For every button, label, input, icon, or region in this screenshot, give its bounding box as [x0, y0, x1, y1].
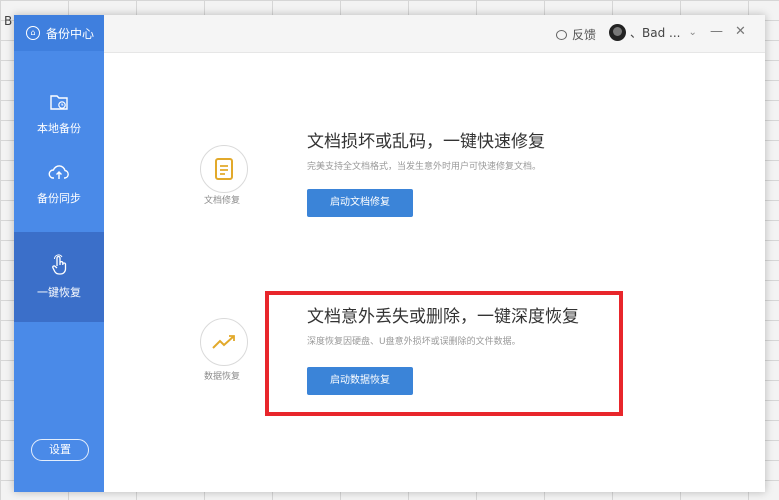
data-recovery-icon-label: 数据恢复	[203, 372, 240, 382]
background-column-label: B	[4, 14, 13, 28]
feedback-label: 反馈	[572, 28, 597, 42]
document-repair-title: 文档损坏或乱码，一键快速修复	[307, 132, 545, 152]
backup-center-window: ⌂ 备份中心 本地备份 备份同步 一键恢复 设置 反馈 、Bad ... ⌄ —…	[14, 15, 765, 492]
document-repair-icon-circle	[200, 145, 248, 193]
close-icon[interactable]: ✕	[735, 24, 746, 39]
avatar	[609, 24, 626, 41]
settings-button[interactable]: 设置	[31, 439, 89, 461]
user-account-menu[interactable]: 、Bad ... ⌄	[609, 24, 697, 41]
minimize-button[interactable]: —	[710, 24, 723, 39]
app-title: 备份中心	[46, 26, 95, 41]
data-recovery-icon-circle	[200, 318, 248, 366]
sidebar-item-label: 一键恢复	[37, 286, 81, 299]
backup-center-icon: ⌂	[26, 26, 40, 40]
trend-line-icon	[212, 335, 235, 349]
red-highlight-box	[265, 291, 623, 416]
cloud-upload-icon	[48, 165, 69, 179]
folder-clock-icon	[50, 95, 68, 110]
document-repair-description: 完美支持全文档格式，当发生意外时用户可快速修复文档。	[307, 162, 542, 172]
user-name: 、Bad ...	[630, 26, 681, 40]
document-repair-icon-label: 文档修复	[203, 196, 240, 206]
chevron-down-icon: ⌄	[688, 27, 697, 38]
hand-pointer-icon	[52, 254, 67, 275]
sidebar-item-one-click-restore[interactable]: 一键恢复	[14, 232, 104, 322]
feedback-link[interactable]: 反馈	[556, 26, 596, 43]
sidebar-item-backup-sync[interactable]: 备份同步	[14, 139, 104, 229]
sidebar-item-label: 本地备份	[37, 122, 81, 135]
sidebar: ⌂ 备份中心 本地备份 备份同步 一键恢复 设置	[14, 15, 104, 492]
sidebar-header: ⌂ 备份中心	[14, 15, 104, 51]
document-icon	[215, 158, 233, 180]
sidebar-item-label: 备份同步	[37, 192, 81, 205]
chat-bubble-icon	[556, 29, 567, 40]
window-titlebar: 反馈 、Bad ... ⌄ — ✕	[104, 15, 765, 53]
start-document-repair-button[interactable]: 启动文档修复	[307, 189, 413, 217]
